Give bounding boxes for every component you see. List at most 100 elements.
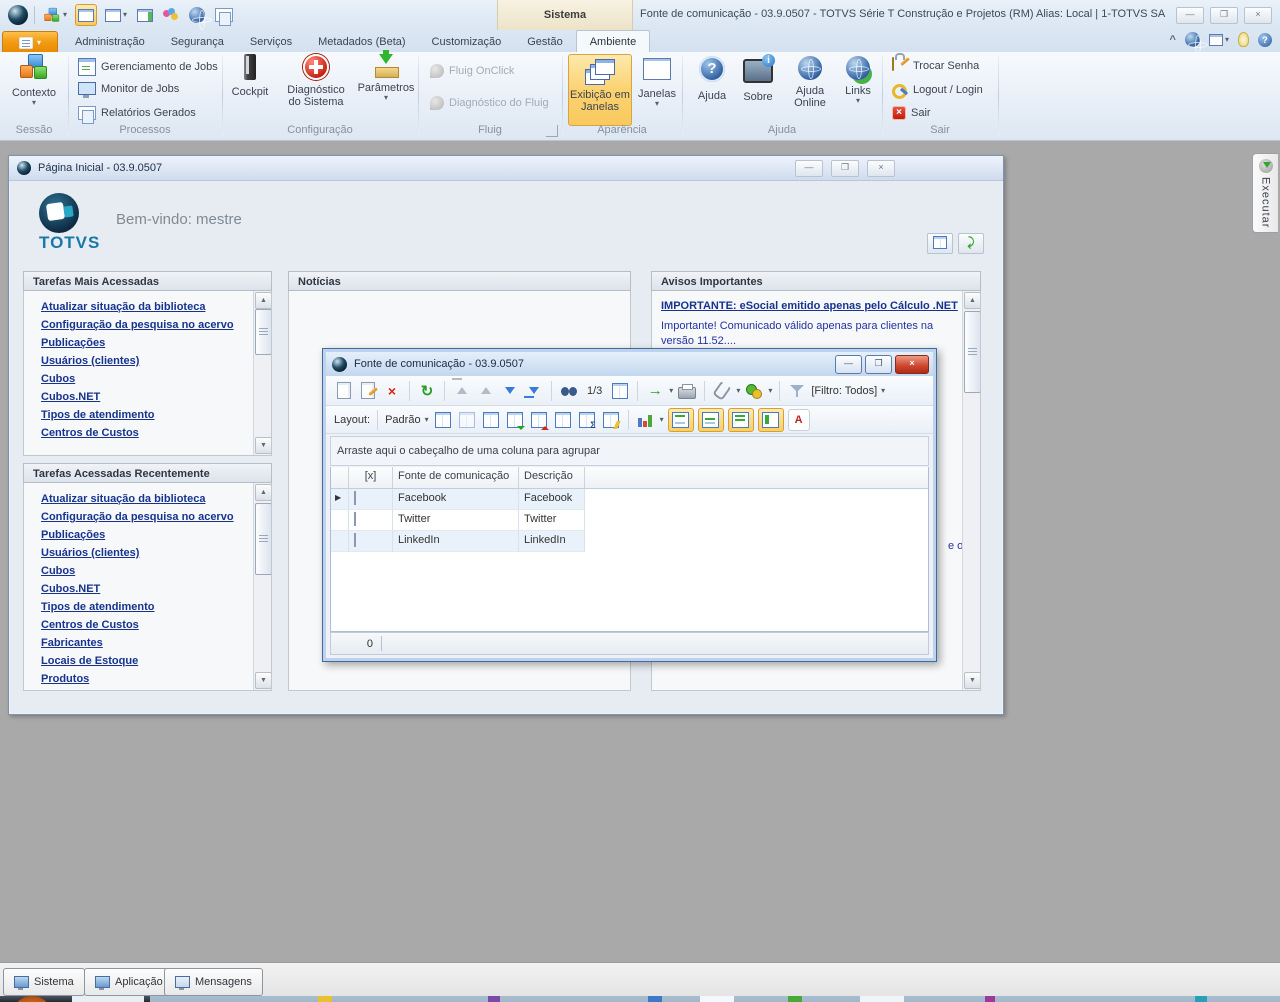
taskbar-item[interactable]	[488, 996, 500, 1002]
task-link[interactable]: Usuários (clientes)	[41, 352, 271, 370]
group-by-hint-bar[interactable]: Arraste aqui o cabeçalho de uma coluna p…	[330, 436, 929, 466]
checkbox[interactable]	[354, 491, 356, 505]
sobre-button[interactable]: Sobre	[736, 54, 780, 103]
next-record-button[interactable]	[500, 381, 520, 401]
links-button[interactable]: Links ▾	[838, 56, 878, 105]
last-record-button[interactable]	[524, 381, 544, 401]
monitor-jobs-button[interactable]: Monitor de Jobs	[78, 82, 179, 98]
mdi-restore-button[interactable]: ❐	[831, 160, 859, 177]
close-button[interactable]: ×	[1244, 7, 1272, 24]
task-link[interactable]: Cubos.NET	[41, 388, 271, 406]
task-link[interactable]: Publicações	[41, 334, 271, 352]
lightbulb-icon[interactable]	[1238, 32, 1249, 47]
grid-row-twitter[interactable]: Twitter Twitter	[331, 510, 928, 531]
status-tab-mensagens[interactable]: Mensagens	[164, 968, 263, 996]
delete-record-button[interactable]: ×	[382, 381, 402, 401]
scroll-up-button[interactable]: ▲	[255, 292, 271, 309]
logout-login-button[interactable]: Logout / Login	[892, 82, 983, 99]
task-link[interactable]: Cubos	[41, 370, 271, 388]
task-link[interactable]: Publicações	[41, 526, 271, 544]
taskbar-item[interactable]	[318, 996, 332, 1002]
view-toggle-1-button[interactable]	[667, 407, 694, 432]
taskbar-item[interactable]	[788, 996, 802, 1002]
column-header-check[interactable]: [x]	[349, 467, 393, 488]
task-link[interactable]: Centros de Custos	[41, 616, 271, 634]
cell-fonte[interactable]: Twitter	[393, 510, 519, 531]
taskbar-active-item[interactable]	[700, 996, 734, 1002]
scroll-down-button[interactable]: ▼	[255, 672, 271, 689]
tab-servicos[interactable]: Serviços	[237, 31, 305, 53]
cell-descricao[interactable]: LinkedIn	[519, 531, 585, 552]
tab-ambiente[interactable]: Ambiente	[575, 30, 651, 53]
task-link[interactable]: Configuração da pesquisa no acervo	[41, 508, 271, 526]
column-header-descricao[interactable]: Descrição	[519, 467, 585, 488]
checkbox[interactable]	[354, 533, 356, 547]
row-checkbox-cell[interactable]	[349, 489, 393, 510]
import-layout-button[interactable]	[505, 410, 525, 430]
grid-view-button[interactable]	[481, 410, 501, 430]
task-link[interactable]: Cubos.NET	[41, 580, 271, 598]
tab-seguranca[interactable]: Segurança	[158, 31, 237, 53]
task-link[interactable]: Tipos de atendimento	[41, 406, 271, 424]
task-link[interactable]: Fabricantes	[41, 634, 271, 652]
chevron-down-icon[interactable]: ▾	[669, 386, 673, 395]
relatorios-gerados-button[interactable]: Relatórios Gerados	[78, 106, 196, 124]
checkbox[interactable]	[354, 512, 356, 526]
task-link[interactable]: Atualizar situação da biblioteca	[41, 490, 271, 508]
trocar-senha-button[interactable]: Trocar Senha	[892, 57, 979, 74]
dialog-close-button[interactable]: ×	[895, 355, 929, 374]
attachments-button[interactable]	[712, 380, 733, 401]
task-link[interactable]: Configuração da pesquisa no acervo	[41, 316, 271, 334]
home-configure-button[interactable]	[927, 233, 953, 254]
taskbar-item[interactable]	[985, 996, 995, 1002]
qat-open-window-button[interactable]	[135, 5, 155, 25]
aviso-headline-link[interactable]: IMPORTANTE: eSocial emitido apenas pelo …	[661, 297, 958, 315]
search-button[interactable]	[559, 381, 579, 401]
contexto-button[interactable]: Contexto ▾	[8, 54, 60, 122]
edit-record-button[interactable]	[358, 381, 378, 401]
filter-button[interactable]	[787, 381, 807, 401]
ajuda-online-button[interactable]: Ajuda Online	[788, 56, 832, 109]
status-tab-aplicacao[interactable]: Aplicação	[84, 968, 174, 996]
help-icon[interactable]: ?	[1258, 32, 1272, 47]
print-button[interactable]	[677, 381, 697, 401]
export-button[interactable]: →	[645, 381, 665, 401]
chevron-down-icon[interactable]: ▾	[881, 386, 885, 395]
qat-theme-button[interactable]	[161, 5, 181, 25]
previous-record-button[interactable]	[476, 381, 496, 401]
view-toggle-3-button[interactable]	[727, 407, 754, 432]
task-link[interactable]: Cubos	[41, 562, 271, 580]
gerenciamento-jobs-button[interactable]: Gerenciamento de Jobs	[78, 58, 218, 76]
grid-row-facebook[interactable]: ▶ Facebook Facebook	[331, 489, 928, 510]
mdi-close-button[interactable]: ×	[867, 160, 895, 177]
app-logo-icon[interactable]	[8, 5, 28, 25]
start-orb-icon[interactable]	[14, 996, 50, 1002]
task-link[interactable]: Locais de Estoque	[41, 652, 271, 670]
collapse-ribbon-icon[interactable]: ^	[1170, 34, 1176, 46]
scrollbar[interactable]: ▲ ▼	[253, 291, 271, 455]
dialog-minimize-button[interactable]: —	[835, 355, 862, 374]
window-layout-button[interactable]: ▾	[1208, 33, 1229, 46]
layout-preset-dropdown[interactable]: Padrão	[385, 414, 420, 426]
tab-metadados[interactable]: Metadados (Beta)	[305, 31, 418, 53]
mdi-minimize-button[interactable]: —	[795, 160, 823, 177]
application-menu-button[interactable]: ▾	[2, 31, 58, 54]
new-record-button[interactable]	[334, 381, 354, 401]
task-link[interactable]: Tipos de atendimento	[41, 598, 271, 616]
status-tab-sistema[interactable]: Sistema	[3, 968, 85, 996]
chevron-down-icon[interactable]: ▾	[425, 415, 429, 424]
minimize-button[interactable]: —	[1176, 7, 1204, 24]
scroll-down-button[interactable]: ▼	[255, 437, 271, 454]
qat-web-button[interactable]	[187, 5, 213, 30]
scrollbar[interactable]: ▲ ▼	[253, 483, 271, 690]
tab-customizacao[interactable]: Customização	[419, 31, 515, 53]
row-checkbox-cell[interactable]	[349, 531, 393, 552]
task-link[interactable]: Centros de Custos	[41, 424, 271, 442]
chevron-down-icon[interactable]: ▾	[768, 386, 772, 395]
save-layout-button[interactable]	[433, 410, 453, 430]
tab-administracao[interactable]: Administração	[62, 31, 158, 53]
tab-gestao[interactable]: Gestão	[514, 31, 575, 53]
executar-dock-tab[interactable]: Executar	[1252, 153, 1278, 233]
refresh-button[interactable]: ↻	[417, 381, 437, 401]
scroll-thumb[interactable]	[964, 311, 980, 393]
